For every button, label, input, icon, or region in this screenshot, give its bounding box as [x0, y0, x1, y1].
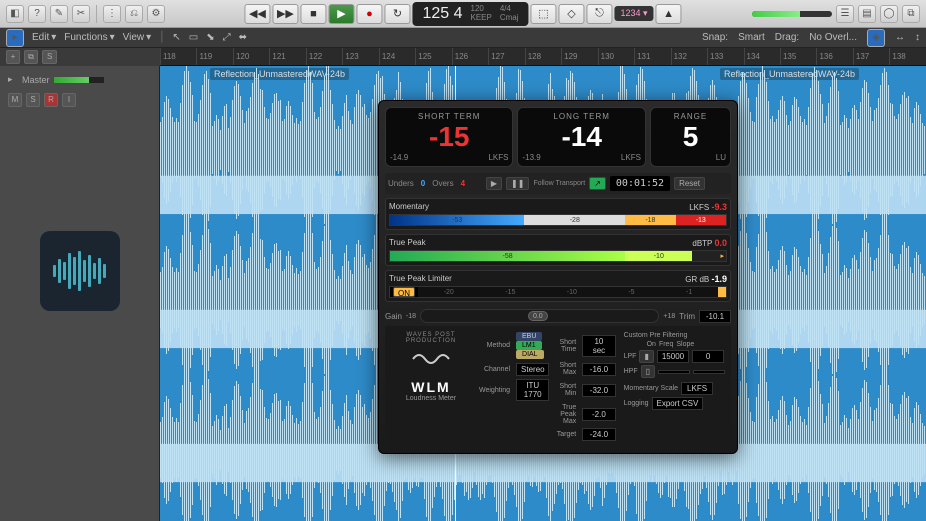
flex-icon[interactable]: ⎌	[125, 5, 143, 23]
plugin-play-button[interactable]: ▶	[486, 177, 502, 190]
metronome-icon[interactable]: ▲	[656, 4, 682, 24]
catch-icon[interactable]: ⬌	[239, 32, 247, 43]
channel-select[interactable]: Stereo	[516, 363, 549, 376]
pointer-tool-icon[interactable]: ↖	[172, 32, 180, 43]
limiter-on-button[interactable]: ON	[393, 287, 415, 297]
truepeak-meter: True PeakdBTP 0.0 -58 -10 ▸	[385, 234, 731, 266]
loops-icon[interactable]: ◯	[880, 5, 898, 23]
transport-controls: ◀◀ ▶▶ ■ ▶ ● ↻ 125 4 120KEEP 4/4Cmaj ⬚ ◇ …	[244, 2, 681, 26]
tpl-meter: True Peak LimiterGR dB -1.9 ON -20-15-10…	[385, 270, 731, 302]
settings-icon[interactable]: ⚙	[147, 5, 165, 23]
momentary-scale-select[interactable]: LKFS	[681, 382, 713, 395]
tpmax-field[interactable]: -2.0	[582, 408, 615, 421]
position-display: 125 4	[422, 5, 462, 23]
plugin-settings: WAVES POST PRODUCTION WLM Loudness Meter…	[385, 326, 731, 447]
target-field[interactable]: -24.0	[582, 428, 615, 441]
plugin-timer: 00:01:52	[610, 176, 670, 191]
replace-button[interactable]: ⬚	[531, 4, 557, 24]
solo-button[interactable]: S	[26, 93, 40, 107]
solo-header[interactable]: S	[42, 50, 57, 64]
reset-button[interactable]: Reset	[674, 177, 705, 190]
input-button[interactable]: I	[62, 93, 76, 107]
wlm-plugin-window[interactable]: SHORT TERM -15 -14.9LKFS LONG TERM -14 -…	[378, 100, 738, 454]
tuner-button[interactable]: ⎋	[587, 4, 613, 24]
lcd-display[interactable]: 125 4 120KEEP 4/4Cmaj	[412, 2, 528, 26]
master-track[interactable]: ▸ Master	[4, 70, 155, 89]
count-in[interactable]: 1234 ▾	[615, 6, 654, 21]
duplicate-track-button[interactable]: ⧉	[24, 50, 38, 64]
plugin-pause-button[interactable]: ❚❚	[506, 177, 529, 190]
automation-tool-icon[interactable]: ⬊	[206, 32, 214, 43]
notes-icon[interactable]: ▤	[858, 5, 876, 23]
lpf-slope[interactable]: 0	[692, 350, 724, 363]
track-icon[interactable]	[40, 231, 120, 311]
functions-menu[interactable]: Functions ▾	[64, 32, 114, 43]
inspector-button[interactable]: ▸	[6, 29, 24, 47]
region-name-2: Reflection_UnmasteredWAV-24b	[720, 68, 859, 80]
master-label: Master	[22, 75, 50, 85]
overs-value: 4	[458, 179, 468, 188]
waveform-icon	[53, 251, 106, 291]
track-list: ▸ Master M S R I	[0, 66, 160, 521]
snap-menu[interactable]: Smart	[738, 32, 765, 43]
zoom-tool-icon[interactable]: ⤢	[223, 32, 231, 43]
short-term-meter: SHORT TERM -15 -14.9LKFS	[385, 107, 513, 167]
region-name: Reflection_UnmasteredWAV-24b	[210, 68, 349, 80]
track-meter	[54, 77, 104, 83]
timeline-ruler[interactable]: 118 119 120 121 122 123 124 125 126 127 …	[160, 48, 926, 66]
zoom-h-icon[interactable]: ↔	[895, 32, 905, 43]
momentary-meter: MomentaryLKFS -9.3 -53 -28 -18 -13	[385, 198, 731, 230]
stop-button[interactable]: ■	[300, 4, 326, 24]
hpf-on-toggle[interactable]: ▯	[641, 365, 655, 378]
track-toolbar: ▸ Edit ▾ Functions ▾ View ▾ ⎮ ↖ ▭ ⬊ ⤢ ⬌ …	[0, 28, 926, 48]
weighting-select[interactable]: ITU 1770	[516, 379, 549, 401]
add-track-button[interactable]: +	[6, 50, 20, 64]
lpf-on-toggle[interactable]: ▮	[639, 350, 653, 363]
cycle-button[interactable]: ↻	[384, 4, 410, 24]
gain-slider[interactable]: 0.0	[420, 309, 659, 323]
short-max-field[interactable]: -16.0	[582, 363, 615, 376]
record-button[interactable]: ●	[356, 4, 382, 24]
unders-value: 0	[418, 179, 428, 188]
hpf-freq[interactable]	[658, 370, 690, 374]
scissors-icon[interactable]: ✂	[72, 5, 90, 23]
waves-logo-icon	[411, 344, 451, 374]
automation-icon[interactable]: ⋮	[103, 5, 121, 23]
drag-menu[interactable]: No Overl...	[809, 32, 857, 43]
export-csv-button[interactable]: Export CSV	[652, 397, 704, 410]
autopunch-button[interactable]: ◇	[559, 4, 585, 24]
forward-button[interactable]: ▶▶	[272, 4, 298, 24]
rewind-button[interactable]: ◀◀	[244, 4, 270, 24]
marquee-tool-icon[interactable]: ▭	[189, 32, 198, 43]
hpf-slope[interactable]	[693, 370, 725, 374]
lpf-freq[interactable]: 15000	[657, 350, 689, 363]
record-enable-button[interactable]: R	[44, 93, 58, 107]
method-lm1-button[interactable]: LM1	[516, 341, 542, 350]
main-toolbar: ◧ ? ✎ ✂ ⋮ ⎌ ⚙ ◀◀ ▶▶ ■ ▶ ● ↻ 125 4 120KEE…	[0, 0, 926, 28]
method-dial-button[interactable]: DIAL	[516, 350, 544, 359]
help-icon[interactable]: ?	[28, 5, 46, 23]
zoom-v-icon[interactable]: ↕	[915, 32, 920, 43]
range-meter: RANGE 5 LU	[650, 107, 731, 167]
method-ebu-button[interactable]: EBU	[516, 332, 542, 341]
short-min-field[interactable]: -32.0	[582, 384, 615, 397]
master-meter	[752, 11, 832, 17]
play-button[interactable]: ▶	[328, 4, 354, 24]
trim-value[interactable]: -10.1	[699, 310, 731, 323]
library-icon[interactable]: ◧	[6, 5, 24, 23]
follow-toggle[interactable]: ↗	[589, 177, 606, 190]
list-icon[interactable]: ☰	[836, 5, 854, 23]
link-button[interactable]: ◈	[867, 29, 885, 47]
short-time-field[interactable]: 10 sec	[582, 335, 615, 357]
view-menu[interactable]: View ▾	[123, 32, 152, 43]
tool-icon[interactable]: ✎	[50, 5, 68, 23]
mute-button[interactable]: M	[8, 93, 22, 107]
long-term-meter: LONG TERM -14 -13.9LKFS	[517, 107, 645, 167]
edit-menu[interactable]: Edit ▾	[32, 32, 56, 43]
browser-icon[interactable]: ⧉	[902, 5, 920, 23]
